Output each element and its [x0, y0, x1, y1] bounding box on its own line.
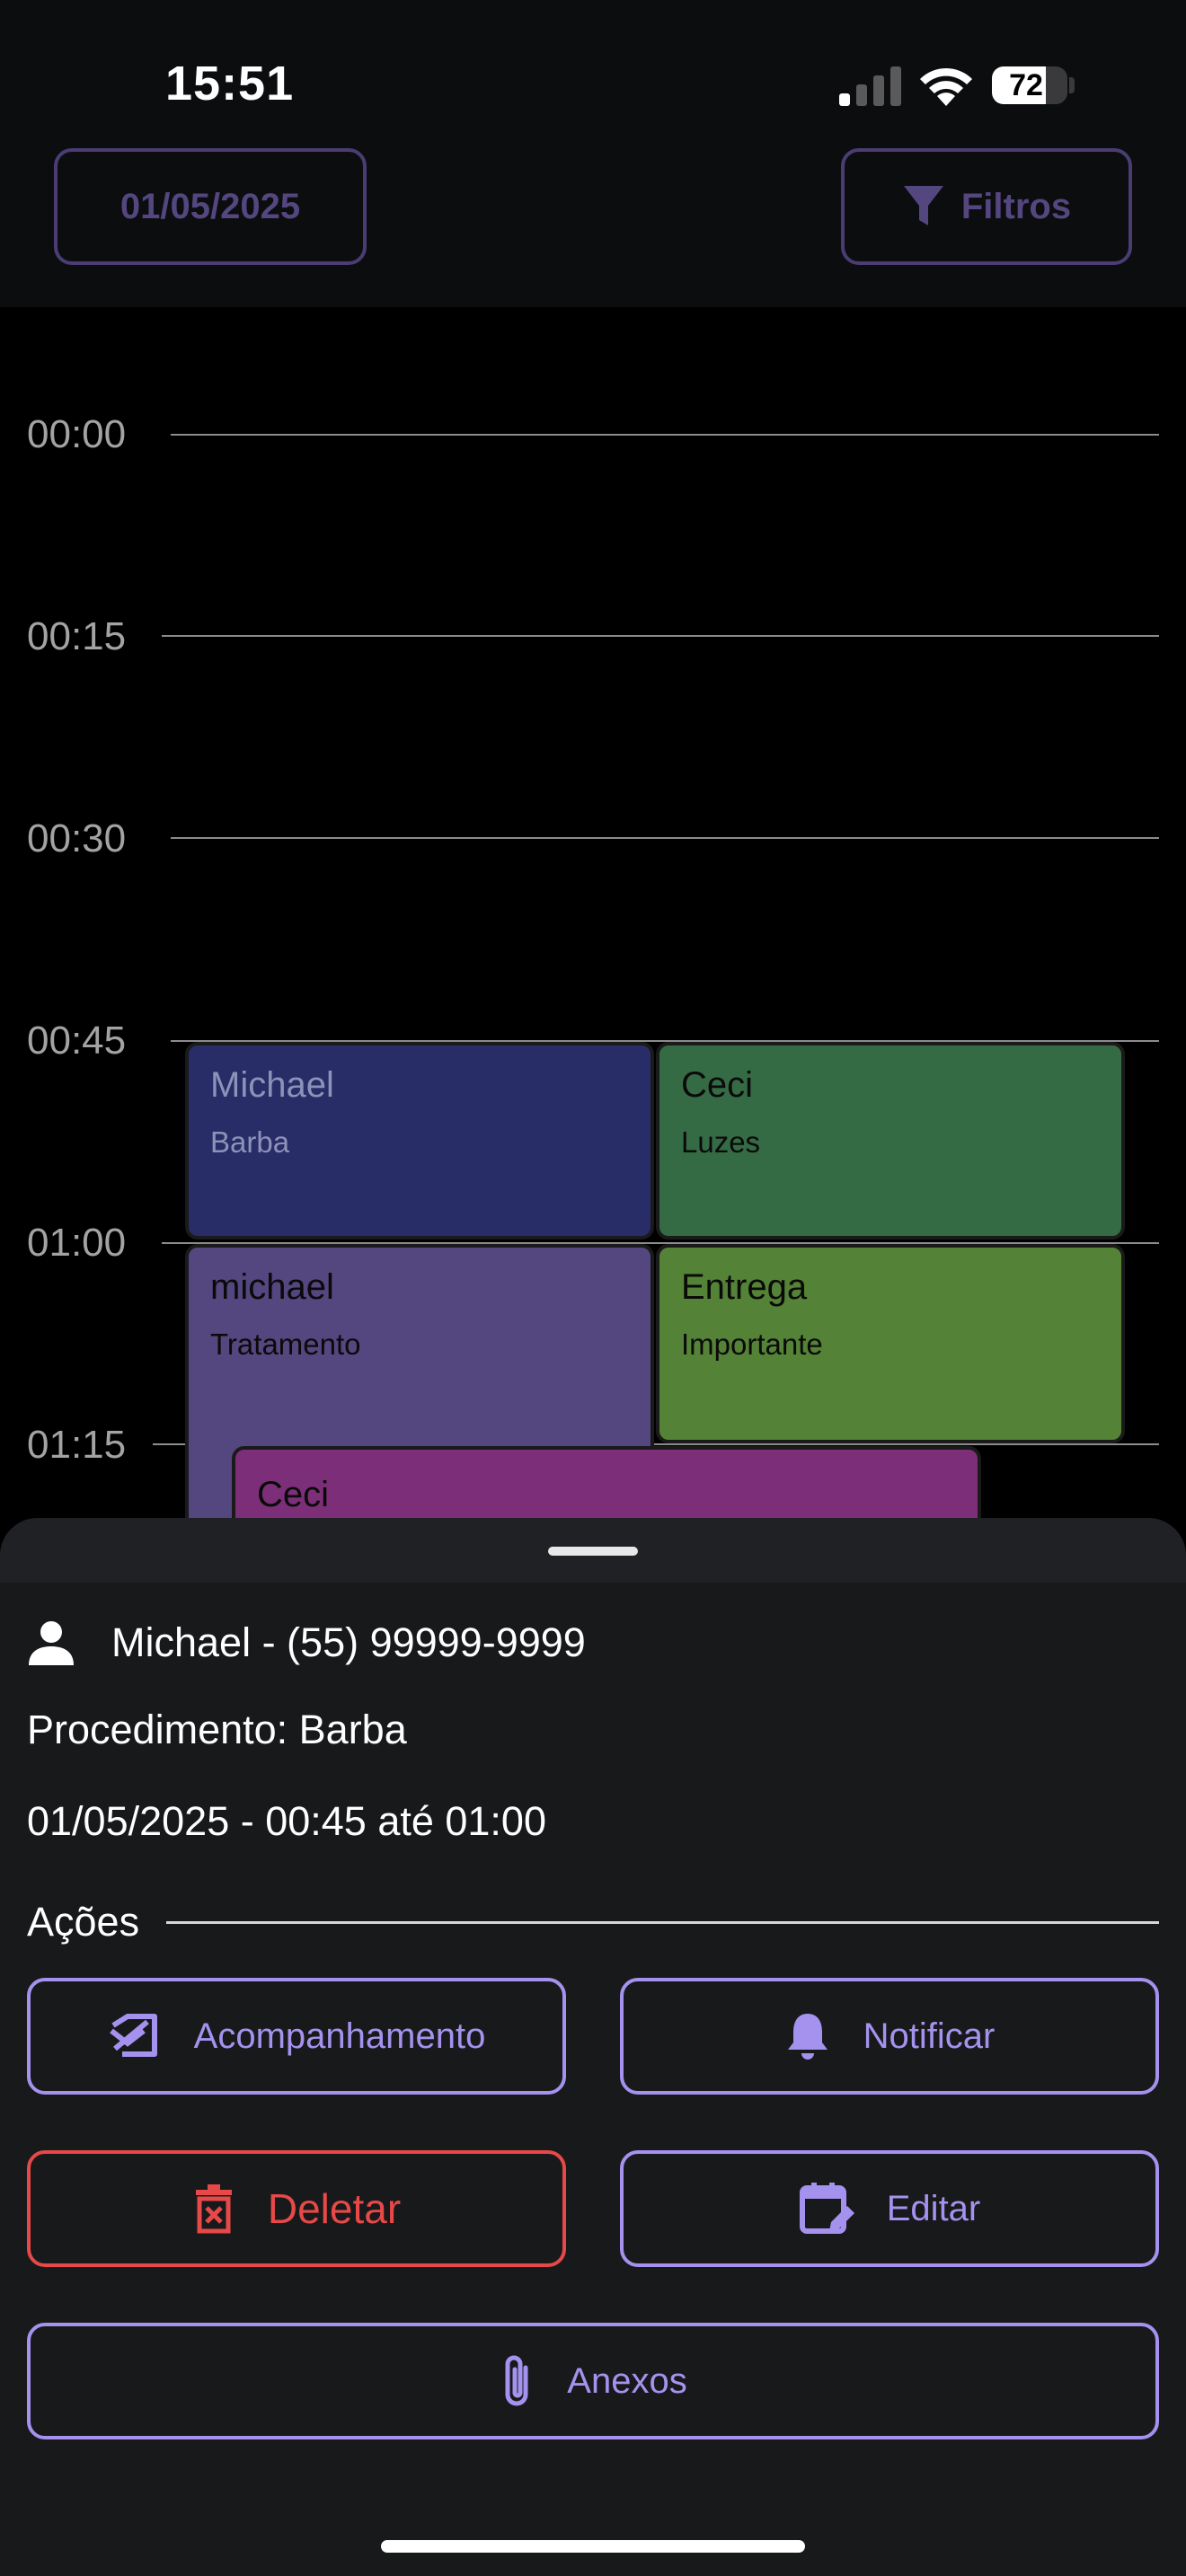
event-procedure: Tratamento	[210, 1328, 361, 1361]
follow-up-button[interactable]: Acompanhamento	[27, 1978, 566, 2095]
delete-label: Deletar	[267, 2185, 402, 2232]
follow-up-label: Acompanhamento	[193, 2016, 486, 2056]
day-timeline[interactable]: 00:00 00:15 00:30 00:45 01:00 01:15 Mich…	[0, 307, 1186, 1626]
event-client: michael	[210, 1267, 334, 1307]
time-label: 01:00	[27, 1221, 127, 1265]
procedure-text: Procedimento: Barba	[27, 1707, 407, 1752]
top-bar: 15:51 72 01/05/2025 Filtros	[0, 0, 1186, 307]
actions-label: Ações	[27, 1899, 140, 1945]
section-divider	[166, 1920, 1159, 1924]
event-procedure: Luzes	[681, 1125, 761, 1159]
attachments-label: Anexos	[567, 2360, 687, 2401]
follow-up-icon	[109, 2014, 157, 2057]
event-procedure: Importante	[681, 1328, 823, 1361]
event-client: Ceci	[681, 1065, 754, 1105]
filters-button[interactable]: Filtros	[841, 148, 1132, 265]
battery-icon: 72	[992, 66, 1067, 104]
delete-icon	[195, 2184, 232, 2234]
client-info: Michael - (55) 99999-9999	[27, 1619, 586, 1667]
person-icon	[29, 1621, 74, 1665]
sheet-grabber[interactable]	[548, 1547, 638, 1556]
actions-section-header: Ações	[27, 1899, 1159, 1945]
event-client: Entrega	[681, 1267, 808, 1307]
filters-label: Filtros	[960, 186, 1072, 226]
battery-cap	[1069, 77, 1075, 93]
notify-label: Notificar	[863, 2016, 996, 2056]
time-gridline	[162, 635, 1159, 637]
appointment-details-sheet: Michael - (55) 99999-9999 Procedimento: …	[0, 1518, 1186, 2576]
sheet-handle-area[interactable]	[0, 1518, 1186, 1583]
datetime-text: 01/05/2025 - 00:45 até 01:00	[27, 1798, 546, 1844]
time-gridline	[171, 434, 1159, 436]
date-picker-button[interactable]: 01/05/2025	[54, 148, 367, 265]
event-entrega-importante[interactable]: Entrega Importante	[656, 1244, 1125, 1443]
client-name-phone: Michael - (55) 99999-9999	[111, 1619, 586, 1665]
cellular-signal-icon	[839, 66, 901, 106]
event-procedure: Barba	[210, 1125, 290, 1159]
time-label: 00:45	[27, 1019, 127, 1063]
edit-label: Editar	[886, 2188, 981, 2228]
event-ceci-luzes[interactable]: Ceci Luzes	[656, 1042, 1125, 1239]
time-label: 00:15	[27, 614, 127, 658]
time-label: 00:00	[27, 412, 127, 456]
time-label: 01:15	[27, 1423, 127, 1467]
date-label: 01/05/2025	[119, 186, 301, 226]
wifi-icon	[920, 67, 972, 106]
event-michael-barba[interactable]: Michael Barba	[185, 1042, 654, 1239]
battery-level: 72	[1009, 67, 1043, 102]
status-time: 15:51	[165, 57, 295, 110]
bell-icon	[787, 2014, 828, 2060]
event-client: Ceci	[257, 1475, 330, 1514]
attachments-button[interactable]: Anexos	[27, 2323, 1159, 2439]
paperclip-icon	[505, 2355, 528, 2406]
notify-button[interactable]: Notificar	[620, 1978, 1159, 2095]
delete-button[interactable]: Deletar	[27, 2150, 566, 2267]
time-label: 00:30	[27, 816, 127, 860]
edit-button[interactable]: Editar	[620, 2150, 1159, 2267]
home-indicator	[381, 2540, 805, 2553]
event-client: Michael	[210, 1065, 334, 1105]
time-gridline	[171, 837, 1159, 839]
filter-icon	[903, 186, 943, 225]
calendar-edit-icon	[799, 2183, 854, 2234]
